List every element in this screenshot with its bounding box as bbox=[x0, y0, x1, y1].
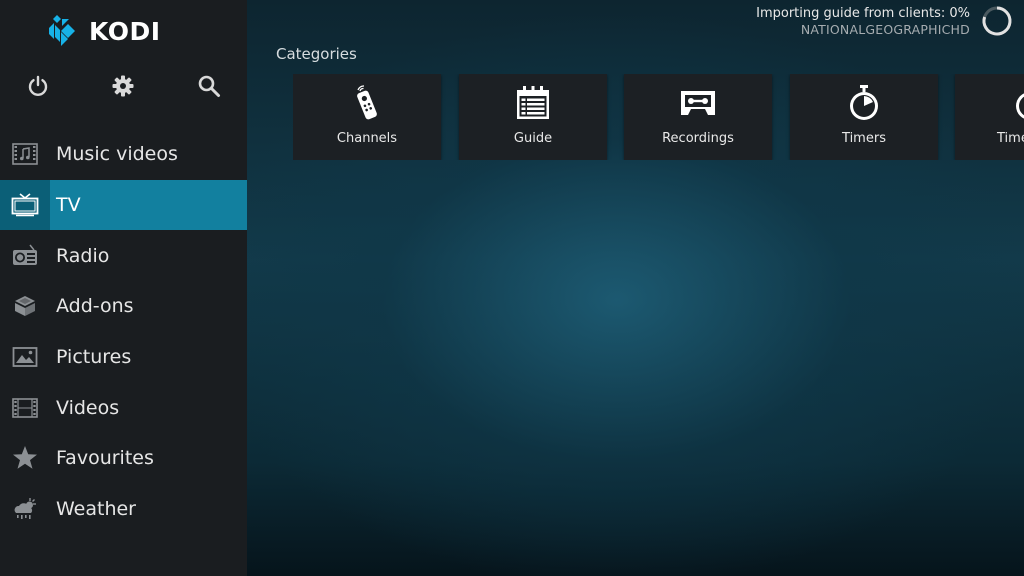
status-channel: NATIONALGEOGRAPHICHD bbox=[800, 22, 970, 37]
status-text: Importing guide from clients: 0% bbox=[756, 6, 970, 21]
music-video-icon bbox=[12, 143, 38, 166]
sidebar-item-label: Add-ons bbox=[56, 295, 134, 318]
status-area: Importing guide from clients: 0% NATIONA… bbox=[756, 5, 970, 37]
stopwatch-icon-wrap bbox=[955, 84, 1024, 122]
search-icon[interactable] bbox=[193, 70, 225, 102]
film-icon-wrap bbox=[0, 382, 50, 433]
sidebar-item-videos[interactable]: Videos bbox=[0, 382, 247, 433]
sidebar-item-label: Favourites bbox=[56, 447, 154, 470]
main-menu: Music videos TV Radio Add-ons Pictures V… bbox=[0, 129, 247, 535]
categories-heading: Categories bbox=[276, 45, 357, 63]
kodi-logo-icon bbox=[49, 15, 75, 46]
pictures-icon-wrap bbox=[0, 332, 50, 383]
logo-text: KODI bbox=[89, 16, 161, 46]
sidebar-item-pictures[interactable]: Pictures bbox=[0, 332, 247, 383]
tv-icon-wrap bbox=[0, 179, 50, 231]
star-icon bbox=[13, 446, 37, 470]
kodi-logo[interactable]: KODI bbox=[48, 14, 161, 48]
calendar-icon-wrap bbox=[459, 84, 607, 122]
sidebar-item-radio[interactable]: Radio bbox=[0, 230, 247, 281]
addons-box-icon-wrap bbox=[0, 281, 50, 332]
calendar-icon bbox=[517, 86, 549, 119]
remote-icon bbox=[357, 85, 377, 120]
film-icon bbox=[12, 397, 38, 418]
tile-label: Recordings bbox=[662, 131, 734, 146]
tile-timer-rules[interactable]: Timer rules bbox=[955, 74, 1024, 160]
sidebar-item-label: Weather bbox=[56, 498, 136, 521]
stopwatch-icon-wrap bbox=[790, 84, 938, 122]
sidebar-item-tv[interactable]: TV bbox=[0, 179, 247, 231]
tile-label: Timer rules bbox=[997, 131, 1024, 146]
remote-icon-wrap bbox=[293, 84, 441, 122]
tile-label: Timers bbox=[842, 131, 886, 146]
tile-channels[interactable]: Channels bbox=[293, 74, 441, 160]
tv-icon bbox=[11, 193, 39, 217]
cassette-icon bbox=[681, 91, 715, 115]
kodi-app: KODI Music videos TV Radio Add-ons Pictu… bbox=[0, 0, 1024, 576]
music-video-icon-wrap bbox=[0, 129, 50, 180]
stopwatch-icon bbox=[1016, 93, 1024, 119]
sidebar-item-label: Videos bbox=[56, 396, 120, 419]
top-icon-bar bbox=[0, 70, 247, 102]
cassette-icon-wrap bbox=[624, 84, 772, 122]
sidebar-item-addons[interactable]: Add-ons bbox=[0, 281, 247, 332]
category-tiles: Channels Guide Recordings Timers Tim bbox=[293, 74, 1024, 160]
sidebar: KODI Music videos TV Radio Add-ons Pictu… bbox=[0, 0, 247, 576]
tile-label: Guide bbox=[513, 131, 553, 146]
sidebar-item-favourites[interactable]: Favourites bbox=[0, 433, 247, 484]
weather-icon bbox=[14, 498, 36, 520]
power-icon[interactable] bbox=[22, 70, 54, 102]
addons-box-icon bbox=[15, 296, 35, 317]
sidebar-item-label: Music videos bbox=[56, 143, 178, 166]
sidebar-item-label: Pictures bbox=[56, 346, 132, 369]
busy-spinner-icon bbox=[982, 6, 1012, 36]
tile-guide[interactable]: Guide bbox=[459, 74, 607, 160]
gear-icon[interactable] bbox=[107, 70, 139, 102]
pictures-icon bbox=[12, 347, 38, 367]
tile-timers[interactable]: Timers bbox=[790, 74, 938, 160]
radio-icon-wrap bbox=[0, 230, 50, 281]
weather-icon-wrap bbox=[0, 484, 50, 535]
stopwatch-icon bbox=[850, 85, 878, 120]
star-icon-wrap bbox=[0, 433, 50, 484]
sidebar-item-weather[interactable]: Weather bbox=[0, 484, 247, 535]
tile-recordings[interactable]: Recordings bbox=[624, 74, 772, 160]
sidebar-item-label: TV bbox=[56, 194, 81, 217]
tile-label: Channels bbox=[336, 131, 398, 146]
sidebar-item-label: Radio bbox=[56, 244, 110, 267]
radio-icon bbox=[13, 244, 37, 265]
sidebar-item-music-videos[interactable]: Music videos bbox=[0, 129, 247, 180]
